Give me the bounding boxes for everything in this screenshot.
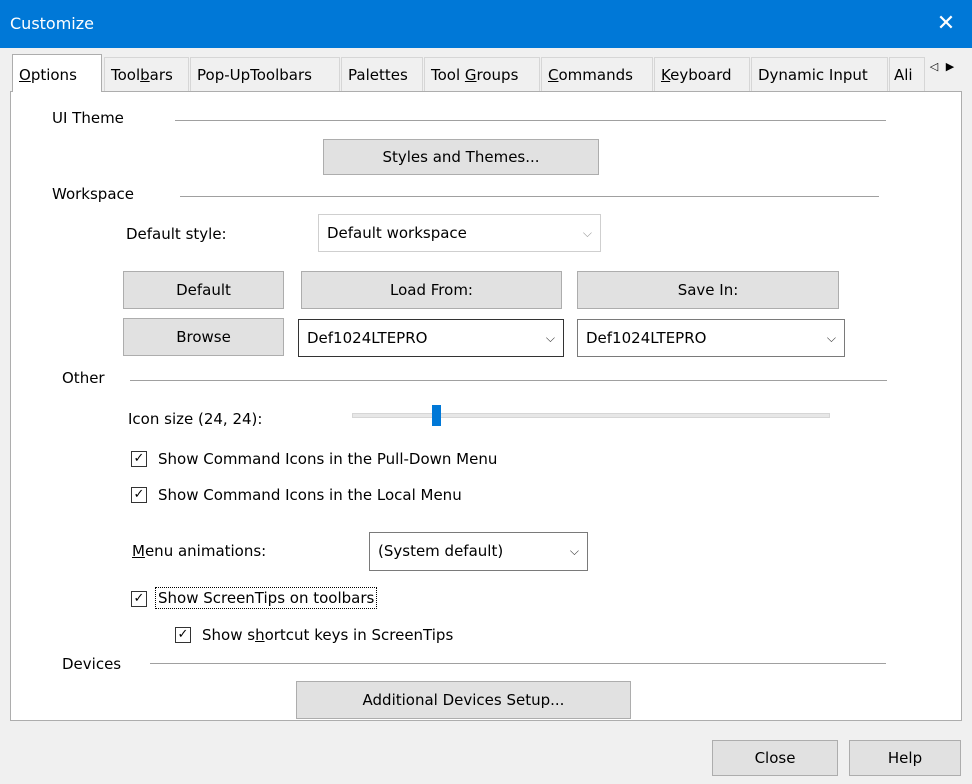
chevron-down-icon: ⌵ xyxy=(545,331,555,345)
show-screentips-checkbox[interactable]: ✓ xyxy=(131,591,147,607)
styles-and-themes-button[interactable]: Styles and Themes... xyxy=(323,139,599,175)
load-from-value: Def1024LTEPRO xyxy=(307,329,428,347)
close-icon[interactable]: ✕ xyxy=(926,6,966,42)
chevron-down-icon: ⌵ xyxy=(826,331,836,345)
show-shortcut-keys-label: Show shortcut keys in ScreenTips xyxy=(202,626,454,644)
menu-animations-label: Menu animations: xyxy=(132,542,267,560)
options-panel xyxy=(10,91,962,721)
load-from-button[interactable]: Load From: xyxy=(301,271,562,309)
show-shortcut-keys-checkbox[interactable]: ✓ xyxy=(175,627,191,643)
save-in-value: Def1024LTEPRO xyxy=(586,329,707,347)
menu-animations-value: (System default) xyxy=(378,542,504,560)
default-style-label: Default style: xyxy=(126,225,227,243)
ui-theme-label: UI Theme xyxy=(52,109,124,127)
tab-keyboard[interactable]: Keyboard xyxy=(654,57,750,91)
chevron-down-icon: ⌵ xyxy=(582,226,592,240)
tab-popup-toolbars[interactable]: Pop-UpToolbars xyxy=(190,57,340,91)
help-button[interactable]: Help xyxy=(849,740,961,776)
window-title: Customize xyxy=(10,14,94,33)
tab-toolbars[interactable]: Toolbars xyxy=(104,57,189,91)
title-bar xyxy=(0,0,972,48)
tab-options[interactable]: Options xyxy=(12,54,102,92)
browse-button[interactable]: Browse xyxy=(123,318,284,356)
workspace-label: Workspace xyxy=(52,185,134,203)
icon-size-label: Icon size (24, 24): xyxy=(128,410,263,428)
default-style-value: Default workspace xyxy=(327,224,467,242)
ui-theme-separator xyxy=(175,120,886,121)
show-icons-local-label: Show Command Icons in the Local Menu xyxy=(158,486,462,504)
devices-label: Devices xyxy=(62,655,122,673)
additional-devices-setup-button[interactable]: Additional Devices Setup... xyxy=(296,681,631,719)
default-style-combo[interactable]: Default workspace ⌵ xyxy=(318,214,601,252)
tab-commands[interactable]: Commands xyxy=(541,57,653,91)
load-from-combo[interactable]: Def1024LTEPRO ⌵ xyxy=(298,319,564,357)
show-icons-local-checkbox[interactable]: ✓ xyxy=(131,487,147,503)
tab-palettes[interactable]: Palettes xyxy=(341,57,423,91)
save-in-button[interactable]: Save In: xyxy=(577,271,839,309)
devices-separator xyxy=(150,663,886,664)
tab-scroll-left-icon[interactable]: ◁ xyxy=(926,57,942,77)
icon-size-slider-track[interactable] xyxy=(352,413,830,418)
show-screentips-label: Show ScreenTips on toolbars xyxy=(155,587,378,609)
chevron-down-icon: ⌵ xyxy=(569,544,579,558)
save-in-combo[interactable]: Def1024LTEPRO ⌵ xyxy=(577,319,845,357)
tab-ali[interactable]: Ali xyxy=(889,57,925,91)
show-icons-pulldown-checkbox[interactable]: ✓ xyxy=(131,451,147,467)
tab-tool-groups[interactable]: Tool Groups xyxy=(424,57,540,91)
menu-animations-combo[interactable]: (System default) ⌵ xyxy=(369,532,588,571)
show-icons-pulldown-label: Show Command Icons in the Pull-Down Menu xyxy=(158,450,498,468)
close-button[interactable]: Close xyxy=(712,740,838,776)
other-label: Other xyxy=(62,369,105,387)
tab-scroll-right-icon[interactable]: ▶ xyxy=(942,57,958,77)
icon-size-slider-thumb[interactable] xyxy=(431,405,441,426)
default-button[interactable]: Default xyxy=(123,271,284,309)
other-separator xyxy=(130,380,887,381)
workspace-separator xyxy=(180,196,879,197)
tab-dynamic-input[interactable]: Dynamic Input xyxy=(751,57,888,91)
